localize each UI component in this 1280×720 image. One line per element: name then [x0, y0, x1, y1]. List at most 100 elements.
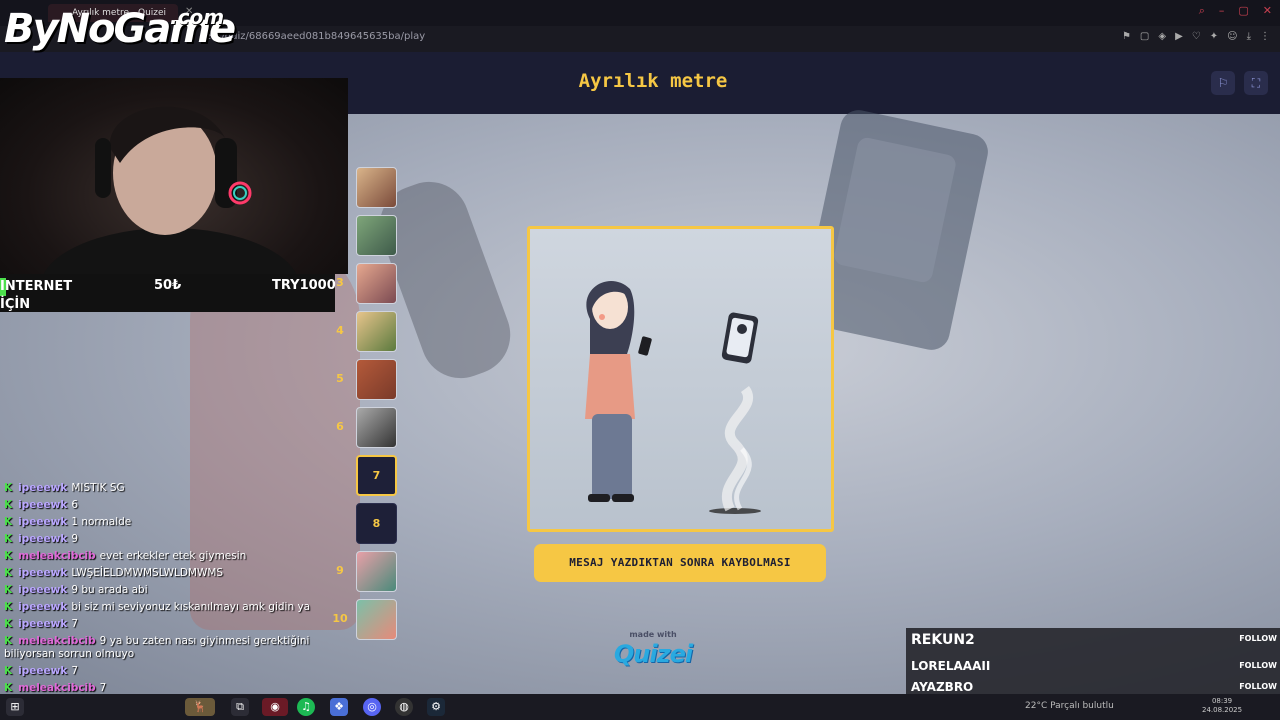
chat-text: bi siz mi seviyonuz kıskanılmayı amk gid… [71, 601, 311, 613]
channel-logo-suffix: .com [170, 5, 225, 29]
pin-icon[interactable]: ⚑ [1122, 31, 1131, 42]
kick-icon: K [4, 682, 13, 694]
url-field[interactable]: ent/quiz/68669aeed081b849645635ba/play [205, 31, 425, 42]
menu-icon[interactable]: ⋮ [1260, 31, 1270, 42]
chat-message: Kipeeewk 7 [4, 663, 324, 680]
streamer-silhouette [43, 106, 297, 274]
chat-username[interactable]: ipeeewk [18, 499, 67, 511]
search-icon[interactable]: ⌕ [1199, 4, 1205, 18]
follower-name: AYAZBRO [911, 680, 974, 694]
chat-username[interactable]: ipeeewk [18, 567, 67, 579]
kick-icon: K [4, 584, 13, 596]
question-thumbnail[interactable] [356, 599, 397, 640]
chat-username[interactable]: ipeeewk [18, 665, 67, 677]
kick-icon: K [4, 567, 13, 579]
close-window-icon[interactable]: ✕ [1263, 4, 1272, 18]
chat-overlay: Kipeeewk MISTIK SG Kipeeewk 6 Kipeeewk 1 norm… [4, 480, 324, 714]
question-thumbnail[interactable]: 8 [356, 503, 397, 544]
play-icon[interactable]: ▶ [1175, 31, 1183, 42]
chat-username[interactable]: meleakcibcib [18, 682, 96, 694]
obs-icon[interactable]: ◍ [395, 698, 413, 716]
chat-message: Kipeeewk 9 bu arada abi [4, 582, 324, 599]
kick-icon: K [4, 635, 13, 647]
webcam-feed [0, 78, 348, 274]
chat-message: Kipeeewk 6 [4, 497, 324, 514]
steam-icon[interactable]: ⚙ [427, 698, 445, 716]
kick-icon: K [4, 665, 13, 677]
follow-row: REKUN2 FOLLOW [906, 632, 1280, 652]
extensions-icon[interactable]: ✦ [1210, 31, 1218, 42]
question-thumbnail[interactable] [356, 263, 397, 304]
chat-text: 1 normalde [71, 516, 132, 528]
screenshot-icon[interactable]: ▢ [1140, 31, 1149, 42]
maximize-icon[interactable]: ▢ [1238, 4, 1248, 18]
chat-username[interactable]: ipeeewk [18, 584, 67, 596]
question-thumbnail[interactable] [356, 359, 397, 400]
spotify-icon[interactable]: ♫ [297, 698, 315, 716]
follower-name: LORELAAAII [911, 659, 991, 673]
chat-message: Kipeeewk LWŞEİELDMWMSLWLDMWMS [4, 565, 324, 582]
question-image [527, 226, 834, 532]
question-thumbnail[interactable] [356, 167, 397, 208]
chat-username[interactable]: meleakcibcib [18, 635, 96, 647]
chat-username[interactable]: ipeeewk [18, 533, 67, 545]
donation-goal-label: INTERNET İÇİN [0, 279, 73, 312]
follow-tag: FOLLOW [1239, 634, 1277, 643]
thumbnail-number: 6 [336, 420, 344, 433]
kick-icon: K [4, 533, 13, 545]
chat-message: Kipeeewk 1 normalde [4, 514, 324, 531]
chat-username[interactable]: ipeeewk [18, 601, 67, 613]
kick-icon: K [4, 550, 13, 562]
question-thumbnail[interactable] [356, 215, 397, 256]
minimize-icon[interactable]: – [1219, 4, 1225, 18]
chat-username[interactable]: meleakcibcib [18, 550, 96, 562]
app-icon[interactable]: ❖ [330, 698, 348, 716]
follow-tag: FOLLOW [1239, 682, 1277, 691]
kick-icon: K [4, 499, 13, 511]
shield-icon[interactable]: ◈ [1158, 31, 1166, 42]
chat-text: 7 [71, 665, 78, 677]
chat-text: MISTIK SG [71, 482, 125, 494]
quizei-logo[interactable]: Quizei [612, 640, 694, 668]
fullscreen-icon[interactable]: ⛶ [1244, 71, 1268, 95]
browser-toolbar: ⚑ ▢ ◈ ▶ ♡ ✦ ☺ ⤓ ⋮ [1122, 31, 1270, 42]
chat-text: 9 bu arada abi [71, 584, 148, 596]
question-thumbnail[interactable]: 7 [356, 455, 397, 496]
task-view-icon[interactable]: ⧉ [231, 698, 249, 716]
chat-message: Kipeeewk bi siz mi seviyonuz kıskanılmayı… [4, 599, 324, 616]
question-thumbnail[interactable] [356, 551, 397, 592]
profile-icon[interactable]: ☺ [1227, 31, 1237, 42]
question-thumbnail[interactable] [356, 311, 397, 352]
kick-icon: K [4, 601, 13, 613]
heart-icon[interactable]: ♡ [1192, 31, 1201, 42]
flag-icon[interactable]: ⚐ [1211, 71, 1235, 95]
chat-message: Kipeeewk 9 [4, 531, 324, 548]
download-icon[interactable]: ⤓ [1247, 31, 1251, 42]
chat-username[interactable]: ipeeewk [18, 516, 67, 528]
chat-text: LWŞEİELDMWMSLWLDMWMS [71, 567, 224, 579]
page-title: Ayrılık metre [578, 70, 728, 92]
clock-date: 24.08.2025 [1202, 706, 1243, 714]
weather-widget[interactable]: 22°C Parçalı bulutlu [1025, 701, 1114, 711]
chat-username[interactable]: ipeeewk [18, 482, 67, 494]
thumbnail-number: 8 [372, 517, 381, 530]
start-icon[interactable]: ⊞ [6, 698, 24, 716]
clock[interactable]: 08:39 24.08.2025 [1202, 697, 1242, 715]
chat-username[interactable]: ipeeewk [18, 618, 67, 630]
follower-name: REKUN2 [911, 632, 975, 648]
follow-row: LORELAAAII FOLLOW [906, 659, 1280, 679]
question-thumbnail[interactable] [356, 407, 397, 448]
thumbnail-number: 7 [372, 469, 381, 482]
answer-button[interactable]: MESAJ YAZDIKTAN SONRA KAYBOLMASI [534, 544, 826, 582]
browser-app-icon[interactable]: ◉ [262, 698, 288, 716]
thumbnail-number: 10 [332, 612, 348, 625]
chat-text: 7 [71, 618, 78, 630]
follow-tag: FOLLOW [1239, 661, 1277, 670]
chat-message: Kmeleakcibcib evet erkekler etek giymesin [4, 548, 324, 565]
made-with-label: made with [629, 630, 677, 639]
kick-icon: K [4, 618, 13, 630]
chat-message: Kmeleakcibcib 9 ya bu zaten nası giyinmes… [4, 633, 324, 663]
discord-icon[interactable]: ◎ [363, 698, 381, 716]
girl-with-phone-illustration [585, 280, 761, 514]
chat-message: Kipeeewk 7 [4, 616, 324, 633]
